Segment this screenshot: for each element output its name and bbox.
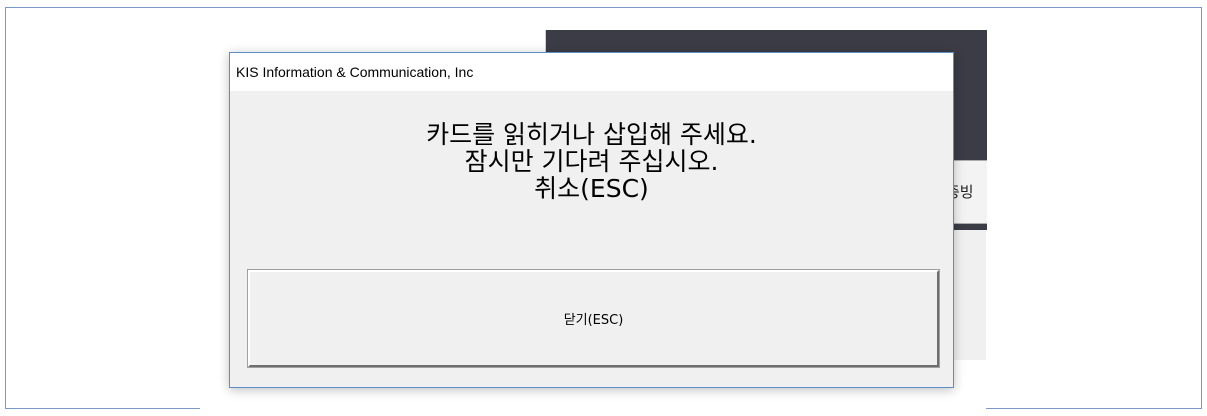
dialog-message: 카드를 읽히거나 삽입해 주세요. 잠시만 기다려 주십시오. 취소(ESC) [230,121,953,202]
close-button[interactable]: 닫기(ESC) [247,269,940,368]
message-line-insert-card: 카드를 읽히거나 삽입해 주세요. [426,120,757,149]
frame-gap [200,406,986,412]
dialog-titlebar[interactable]: KIS Information & Communication, Inc [230,53,953,91]
close-button-label: 닫기(ESC) [563,313,624,328]
message-line-cancel-hint: 취소(ESC) [534,174,649,203]
dialog-title: KIS Information & Communication, Inc [236,64,474,80]
message-line-please-wait: 잠시만 기다려 주십시오. [464,147,719,176]
card-reader-dialog: KIS Information & Communication, Inc 카드를… [229,52,954,388]
